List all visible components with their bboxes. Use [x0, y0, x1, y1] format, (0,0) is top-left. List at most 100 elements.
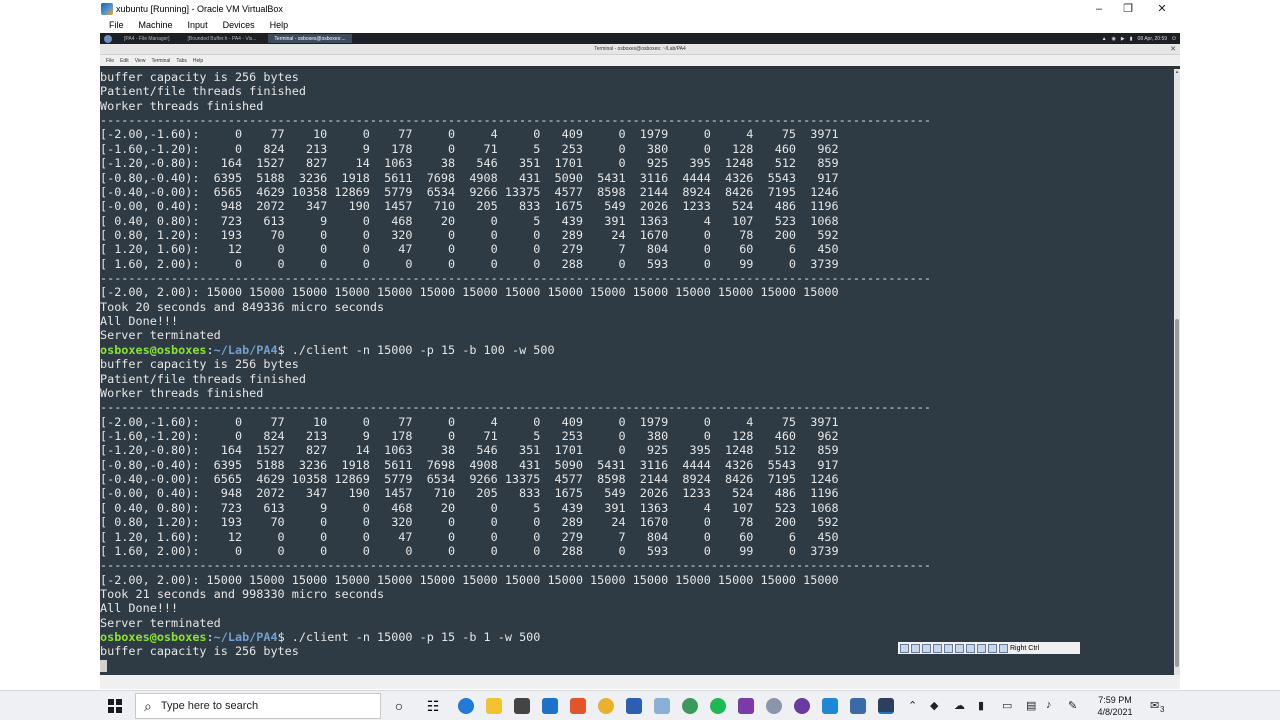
terminal-line: [-1.20,-0.80): 164 1527 827 14 1063 38 5…	[100, 156, 839, 171]
edge-icon[interactable]	[458, 698, 474, 714]
scroll-up-icon[interactable]: ▴	[1174, 69, 1180, 75]
store-icon[interactable]	[514, 698, 530, 714]
terminal-line: Server terminated	[100, 615, 221, 630]
windows-start-icon[interactable]	[108, 699, 122, 713]
app-icon-settings[interactable]	[766, 698, 782, 714]
shared-folders-icon[interactable]	[955, 643, 964, 653]
office-icon[interactable]	[570, 698, 586, 714]
terminal-output[interactable]: buffer capacity is 256 bytes Patient/file…	[100, 69, 1174, 675]
terminal-cursor	[100, 659, 107, 672]
power-icon[interactable]: ⏻	[1172, 36, 1176, 42]
mail-icon[interactable]	[542, 698, 558, 714]
vbox-menubar: File Machine Input Devices Help	[100, 17, 1180, 32]
host-key-label: Right Ctrl	[1010, 644, 1040, 652]
terminal-line: [-2.00,-1.60): 0 77 10 0 77 0 4 0 409 0 …	[100, 414, 839, 429]
terminal-line: [-2.00, 2.00): 15000 15000 15000 15000 1…	[100, 572, 839, 587]
recording-icon[interactable]	[977, 643, 986, 653]
panel-task-editor[interactable]: [Bounded Buffer.h - PA4 - Vis...	[181, 34, 262, 43]
terminal-lines: buffer capacity is 256 bytes Patient/file…	[100, 70, 1174, 673]
display-icon[interactable]	[966, 643, 975, 653]
file-explorer-icon[interactable]	[486, 698, 502, 714]
terminal-line: Worker threads finished	[100, 385, 264, 400]
github-icon[interactable]	[794, 698, 810, 714]
terminal-cursor-line	[100, 659, 1174, 673]
battery-status-icon[interactable]: ▭	[1002, 699, 1012, 712]
clock-date: 4/8/2021	[1097, 707, 1133, 717]
onenote-icon[interactable]	[738, 698, 754, 714]
prompt-symbol: $	[277, 630, 292, 645]
mouse-integration-icon[interactable]	[999, 643, 1008, 653]
menu-file[interactable]: File	[109, 20, 124, 30]
battery-icon[interactable]: ▮	[1130, 36, 1133, 42]
virtualbox-icon[interactable]	[850, 698, 866, 714]
usb-eject-icon[interactable]: ▮	[978, 699, 984, 712]
terminal-line: Patient/file threads finished	[100, 371, 306, 386]
terminal-menu-file[interactable]: File	[106, 58, 114, 64]
volume-icon[interactable]: ▶	[1121, 36, 1125, 42]
cpu-icon[interactable]	[988, 643, 997, 653]
terminal-line: All Done!!!	[100, 314, 179, 329]
onedrive-icon[interactable]: ☁	[954, 699, 965, 712]
network-status-icon[interactable]: ▤	[1026, 699, 1036, 712]
menu-devices[interactable]: Devices	[223, 20, 255, 30]
network-icon[interactable]: ◉	[1112, 36, 1116, 42]
terminal-menu-tabs[interactable]: Tabs	[176, 58, 187, 64]
cortana-icon[interactable]: ○	[389, 696, 409, 716]
vbox-status-tray: Right Ctrl	[898, 642, 1080, 654]
show-hidden-icons-icon[interactable]: ⌃	[908, 699, 917, 712]
terminal-menu-terminal[interactable]: Terminal	[151, 58, 170, 64]
terminal-close-icon[interactable]: ✕	[1170, 45, 1176, 53]
maximize-button[interactable]: ❐	[1111, 0, 1145, 17]
menu-machine[interactable]: Machine	[139, 20, 173, 30]
word-icon[interactable]	[626, 698, 642, 714]
vbox-window-title: xubuntu [Running] - Oracle VM VirtualBox	[116, 3, 283, 14]
hard-disk-icon[interactable]	[900, 643, 909, 653]
terminal-line: [ 0.40, 0.80): 723 613 9 0 468 20 0 5 43…	[100, 500, 839, 515]
terminal-menu-view[interactable]: View	[135, 58, 146, 64]
terminal-line: [-0.40,-0.00): 6565 4629 10358 12869 577…	[100, 472, 839, 487]
antivirus-icon[interactable]: ◆	[930, 699, 938, 712]
notification-count-badge: 3	[1160, 705, 1165, 714]
taskbar-search-box[interactable]: ⌕ Type here to search	[135, 693, 381, 719]
prompt-symbol: $	[277, 342, 292, 357]
menu-help[interactable]: Help	[270, 20, 289, 30]
running-vm-icon[interactable]	[878, 698, 894, 714]
terminal-menu-edit[interactable]: Edit	[120, 58, 129, 64]
task-view-icon[interactable]: ☷	[423, 696, 443, 716]
audio-icon[interactable]	[922, 643, 931, 653]
notifications-icon[interactable]: ✉	[1150, 699, 1159, 712]
terminal-line: All Done!!!	[100, 601, 179, 616]
terminal-line: [-0.80,-0.40): 6395 5188 3236 1918 5611 …	[100, 170, 839, 185]
terminal-menu-help[interactable]: Help	[193, 58, 203, 64]
terminal-scrollbar[interactable]: ▴	[1174, 69, 1180, 675]
globe-icon[interactable]	[682, 698, 698, 714]
prompt-separator: :	[206, 342, 214, 357]
taskbar-clock[interactable]: 7:59 PM 4/8/2021	[1090, 694, 1140, 718]
chrome-icon[interactable]	[598, 698, 614, 714]
terminal-line: [-2.00,-1.60): 0 77 10 0 77 0 4 0 409 0 …	[100, 127, 839, 142]
terminal-line: [ 1.20, 1.60): 12 0 0 0 47 0 0 0 279 7 8…	[100, 529, 839, 544]
usb-icon[interactable]	[944, 643, 953, 653]
optical-drive-icon[interactable]	[911, 643, 920, 653]
terminal-prompt-line: osboxes@osboxes:~/Lab/PA4$ ./client -n 1…	[100, 343, 1174, 357]
vbox-statusbar	[100, 675, 1180, 689]
app-icon-tablet[interactable]	[654, 698, 670, 714]
panel-clock[interactable]: 08 Apr, 20:59	[1138, 36, 1167, 42]
terminal-line: [ 1.60, 2.00): 0 0 0 0 0 0 0 0 288 0 593…	[100, 256, 839, 271]
vscode-icon[interactable]	[822, 698, 838, 714]
network-adapter-icon[interactable]	[933, 643, 942, 653]
prompt-path: ~/Lab/PA4	[213, 342, 278, 357]
terminal-line: ----------------------------------------…	[100, 400, 931, 415]
close-button[interactable]: ✕	[1145, 0, 1179, 17]
guest-display: [PA4 - File Manager] [Bounded Buffer.h -…	[100, 33, 1180, 675]
menu-input[interactable]: Input	[188, 20, 208, 30]
spotify-icon[interactable]	[710, 698, 726, 714]
whisker-menu-icon[interactable]	[104, 34, 112, 43]
pen-icon[interactable]: ✎	[1068, 699, 1077, 712]
panel-task-file-manager[interactable]: [PA4 - File Manager]	[118, 34, 175, 43]
scrollbar-thumb[interactable]	[1175, 319, 1179, 667]
panel-task-terminal[interactable]: Terminal - osboxes@osboxes:...	[268, 34, 352, 43]
notification-bell-icon[interactable]: ▲	[1102, 36, 1107, 42]
terminal-line: buffer capacity is 256 bytes	[100, 70, 299, 84]
speaker-icon[interactable]: ♪	[1046, 699, 1052, 711]
